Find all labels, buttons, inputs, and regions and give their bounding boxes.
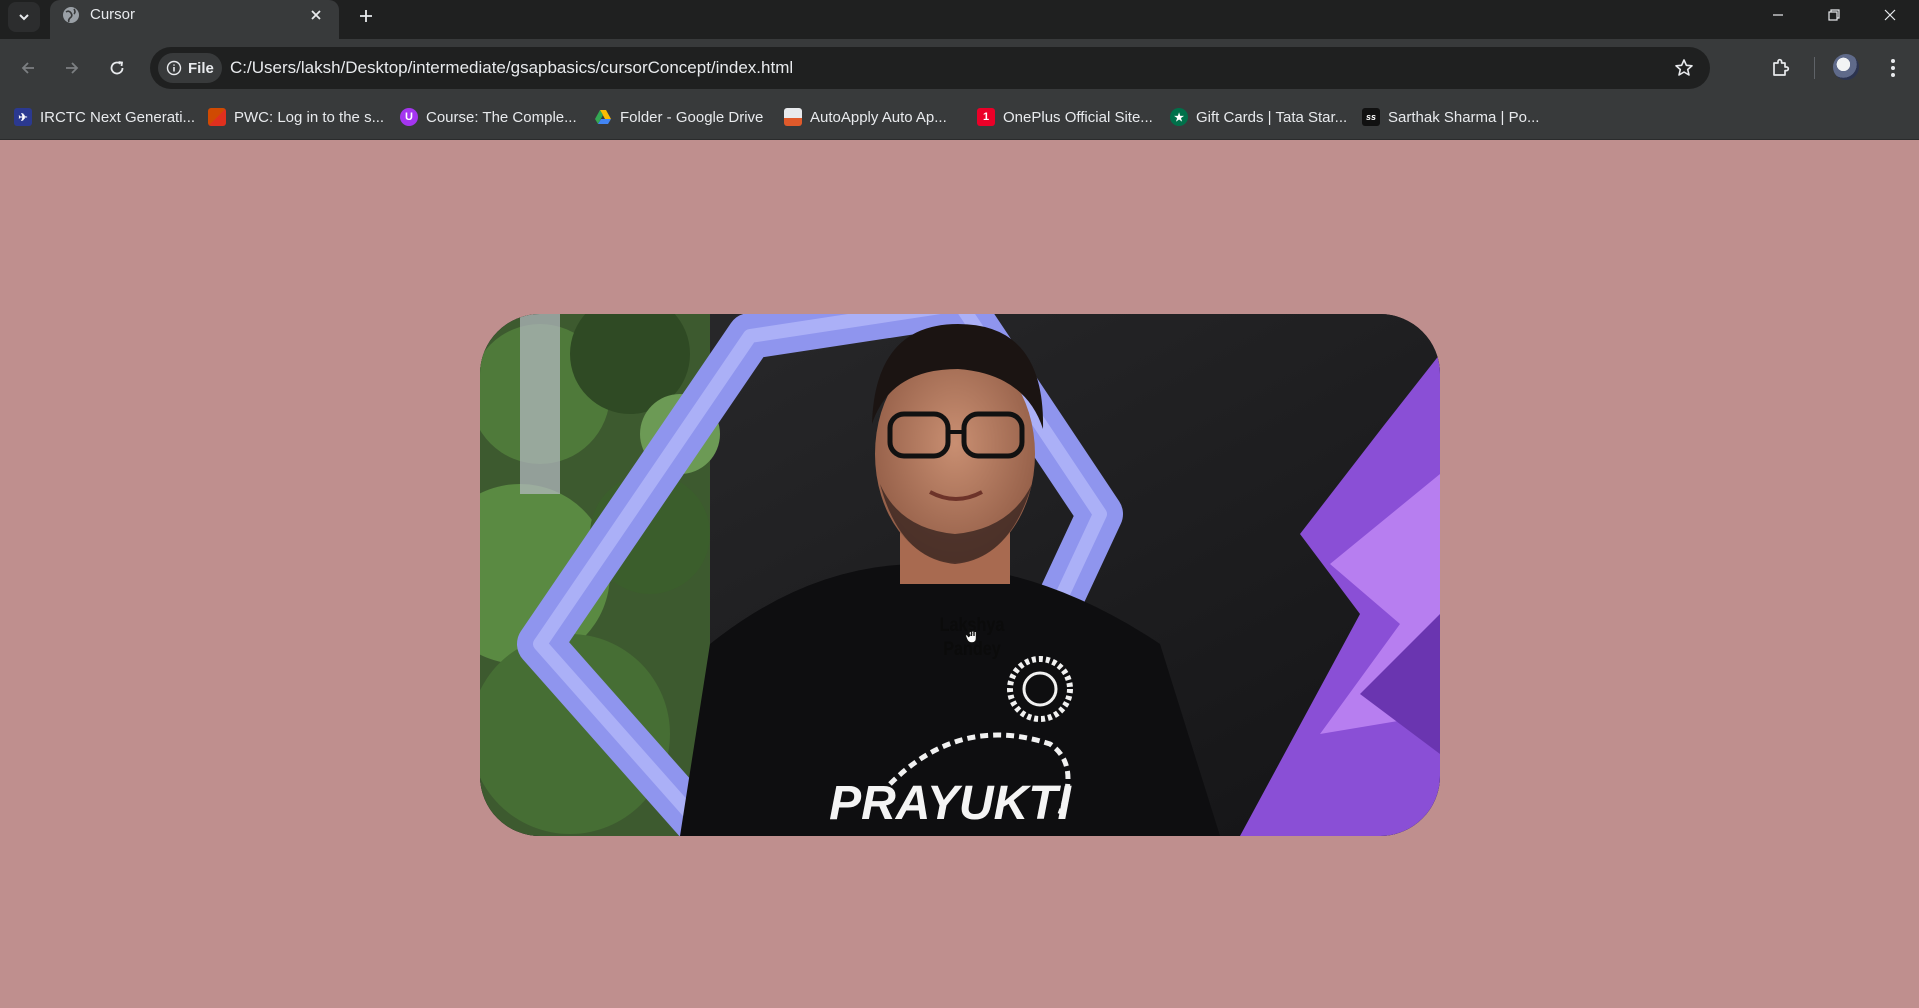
- back-button[interactable]: [11, 51, 45, 85]
- bookmark-label: Folder - Google Drive: [620, 108, 764, 126]
- bookmark-oneplus[interactable]: 1 OnePlus Official Site...: [977, 104, 1153, 130]
- shirt-print-text: PRAYUKTI: [829, 777, 1072, 830]
- bookmark-label: Sarthak Sharma | Po...: [1388, 108, 1540, 126]
- close-icon: [311, 10, 321, 20]
- arrow-left-icon: [21, 62, 34, 74]
- starbucks-icon: ★: [1170, 108, 1188, 126]
- bookmark-star-button[interactable]: [1672, 56, 1696, 80]
- tab-title: Cursor: [90, 6, 136, 23]
- bookmark-label: Gift Cards | Tata Star...: [1196, 108, 1348, 126]
- google-drive-icon: [595, 110, 611, 124]
- bookmarks-bar: ✈ IRCTC Next Generati... PWC: Log in to …: [0, 96, 1919, 140]
- globe-icon: [63, 7, 79, 23]
- info-icon: [166, 60, 182, 76]
- udemy-icon: U: [400, 108, 418, 126]
- reload-icon: [110, 61, 124, 75]
- minimize-icon: [1773, 14, 1783, 16]
- bookmark-label: IRCTC Next Generati...: [40, 108, 196, 126]
- toolbar-separator: [1814, 57, 1815, 79]
- star-icon: [1675, 59, 1693, 76]
- tab-close-button[interactable]: [305, 4, 327, 26]
- oneplus-icon: 1: [977, 108, 995, 126]
- minimize-button[interactable]: [1750, 0, 1806, 30]
- bookmark-label: Course: The Comple...: [426, 108, 577, 126]
- site-info-chip[interactable]: File: [158, 53, 222, 83]
- profile-photo: PRAYUKTI: [480, 314, 1440, 836]
- browser-toolbar: File C:/Users/laksh/Desktop/intermediate…: [0, 39, 1919, 96]
- tab-search-button[interactable]: [8, 2, 40, 32]
- bookmark-autoapply[interactable]: AutoApply Auto Ap...: [784, 104, 947, 130]
- ss-icon: ss: [1362, 108, 1380, 126]
- tab-strip: Cursor: [0, 0, 1919, 39]
- puzzle-icon: [1773, 58, 1790, 76]
- more-vertical-icon: [1891, 59, 1895, 77]
- reload-button[interactable]: [100, 51, 134, 85]
- hand-cursor-icon: [964, 627, 978, 644]
- extensions-button[interactable]: [1764, 51, 1798, 85]
- bookmark-label: PWC: Log in to the s...: [234, 108, 385, 126]
- bookmark-sarthak-sharma[interactable]: ss Sarthak Sharma | Po...: [1362, 104, 1539, 130]
- address-bar[interactable]: File C:/Users/laksh/Desktop/intermediate…: [150, 47, 1710, 89]
- site-info-label: File: [188, 59, 214, 77]
- chevron-down-icon: [19, 14, 29, 21]
- pwc-icon: [208, 108, 226, 126]
- profile-avatar[interactable]: [1833, 54, 1859, 80]
- shirt-print: PRAYUKTI: [829, 777, 1072, 830]
- restore-button[interactable]: [1806, 0, 1862, 30]
- bookmark-google-drive[interactable]: Folder - Google Drive: [594, 104, 763, 130]
- bookmark-pwc[interactable]: PWC: Log in to the s...: [208, 104, 384, 130]
- active-tab[interactable]: Cursor: [50, 0, 339, 39]
- new-tab-button[interactable]: [352, 2, 380, 30]
- window-close-button[interactable]: [1862, 0, 1918, 30]
- menu-button[interactable]: [1876, 51, 1910, 85]
- close-icon: [1884, 9, 1896, 21]
- bookmark-irctc[interactable]: ✈ IRCTC Next Generati...: [14, 104, 195, 130]
- bookmark-label: OnePlus Official Site...: [1003, 108, 1153, 126]
- url-text[interactable]: C:/Users/laksh/Desktop/intermediate/gsap…: [230, 58, 793, 78]
- autoapply-icon: [784, 108, 802, 126]
- bookmark-label: AutoApply Auto Ap...: [810, 108, 947, 126]
- bookmark-tata-starbucks[interactable]: ★ Gift Cards | Tata Star...: [1170, 104, 1347, 130]
- irctc-icon: ✈: [14, 108, 32, 126]
- forward-button[interactable]: [55, 51, 89, 85]
- arrow-right-icon: [66, 62, 79, 74]
- plus-icon: [360, 10, 372, 22]
- restore-icon: [1828, 9, 1840, 21]
- bookmark-udemy-course[interactable]: U Course: The Comple...: [400, 104, 577, 130]
